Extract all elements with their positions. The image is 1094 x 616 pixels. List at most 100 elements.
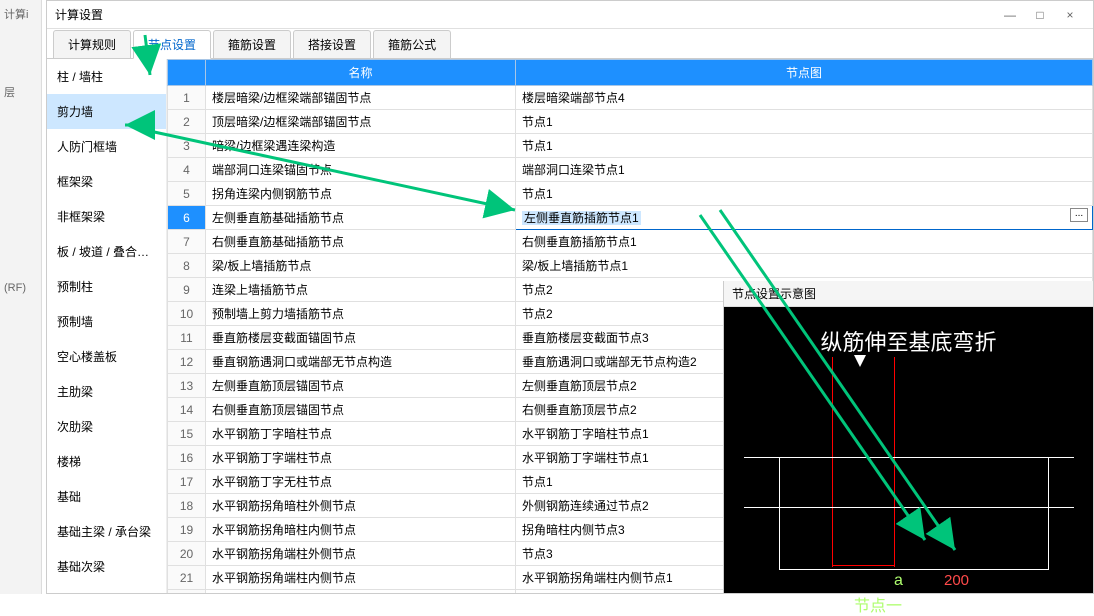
row-name: 水平钢筋拐角端柱外侧节点 — [206, 542, 516, 566]
row-name: 右侧垂直筋顶层锚固节点 — [206, 398, 516, 422]
row-index: 21 — [168, 566, 206, 590]
table-row[interactable]: 5拐角连梁内侧钢筋节点节点1 — [168, 182, 1093, 206]
table-row[interactable]: 1楼层暗梁/边框梁端部锚固节点楼层暗梁端部节点4 — [168, 86, 1093, 110]
row-index: 2 — [168, 110, 206, 134]
row-name: 顶层暗梁/边框梁端部锚固节点 — [206, 110, 516, 134]
row-index: 22 — [168, 590, 206, 594]
sidebar-item-11[interactable]: 楼梯 — [47, 444, 166, 479]
rebar-line — [832, 565, 895, 566]
sidebar-item-8[interactable]: 空心楼盖板 — [47, 339, 166, 374]
sidebar-item-13[interactable]: 基础主梁 / 承台梁 — [47, 514, 166, 549]
row-index: 5 — [168, 182, 206, 206]
row-index: 14 — [168, 398, 206, 422]
close-button[interactable]: × — [1055, 8, 1085, 22]
maximize-button[interactable]: □ — [1025, 8, 1055, 22]
tab-1[interactable]: 节点设置 — [133, 30, 211, 59]
arrow-down-icon — [854, 355, 866, 367]
section-line — [744, 507, 1074, 508]
diagram-panel: 节点设置示意图 纵筋伸至基底弯折 a 200 节点一 — [723, 281, 1093, 593]
row-name: 梁/板上墙插筋节点 — [206, 254, 516, 278]
node-label: 节点一 — [854, 592, 902, 616]
row-node[interactable]: 右侧垂直筋插筋节点1 — [516, 230, 1093, 254]
row-index: 10 — [168, 302, 206, 326]
row-name: 预制墙上剪力墙插筋节点 — [206, 302, 516, 326]
row-node[interactable]: 左侧垂直筋插筋节点1... — [516, 206, 1093, 230]
row-name: 垂直筋楼层变截面锚固节点 — [206, 326, 516, 350]
sidebar-item-15[interactable]: 砌体结构 — [47, 584, 166, 593]
table-row[interactable]: 4端部洞口连梁锚固节点端部洞口连梁节点1 — [168, 158, 1093, 182]
row-index: 11 — [168, 326, 206, 350]
gutter-text: 计算i — [0, 0, 41, 28]
row-node[interactable]: 梁/板上墙插筋节点1 — [516, 254, 1093, 278]
row-index: 9 — [168, 278, 206, 302]
row-name: 左侧垂直筋顶层锚固节点 — [206, 374, 516, 398]
row-index: 6 — [168, 206, 206, 230]
table-row[interactable]: 7右侧垂直筋基础插筋节点右侧垂直筋插筋节点1 — [168, 230, 1093, 254]
section-line — [1048, 457, 1049, 569]
sidebar-item-6[interactable]: 预制柱 — [47, 269, 166, 304]
row-name: 暗梁/边框梁遇连梁构造 — [206, 134, 516, 158]
row-node[interactable]: 端部洞口连梁节点1 — [516, 158, 1093, 182]
row-node[interactable]: 节点1 — [516, 134, 1093, 158]
table-row[interactable]: 6左侧垂直筋基础插筋节点左侧垂直筋插筋节点1... — [168, 206, 1093, 230]
tab-4[interactable]: 箍筋公式 — [373, 30, 451, 58]
tab-3[interactable]: 搭接设置 — [293, 30, 371, 58]
main-tab-strip: 计算规则节点设置箍筋设置搭接设置箍筋公式 — [47, 29, 1093, 59]
sidebar-item-0[interactable]: 柱 / 墙柱 — [47, 59, 166, 94]
section-line — [779, 457, 780, 569]
row-index: 20 — [168, 542, 206, 566]
sidebar-item-9[interactable]: 主肋梁 — [47, 374, 166, 409]
ellipsis-button[interactable]: ... — [1070, 208, 1088, 222]
sidebar-item-2[interactable]: 人防门框墙 — [47, 129, 166, 164]
row-index: 16 — [168, 446, 206, 470]
rebar-line — [832, 357, 833, 567]
sidebar-item-14[interactable]: 基础次梁 — [47, 549, 166, 584]
row-index: 4 — [168, 158, 206, 182]
sidebar-item-3[interactable]: 框架梁 — [47, 164, 166, 199]
table-row[interactable]: 2顶层暗梁/边框梁端部锚固节点节点1 — [168, 110, 1093, 134]
tab-2[interactable]: 箍筋设置 — [213, 30, 291, 58]
dimension-200: 200 — [944, 572, 969, 589]
row-name: 楼层暗梁/边框梁端部锚固节点 — [206, 86, 516, 110]
section-line — [779, 569, 1049, 570]
rebar-line — [894, 357, 895, 567]
row-index: 12 — [168, 350, 206, 374]
row-name: 拐角连梁内侧钢筋节点 — [206, 182, 516, 206]
sidebar-item-12[interactable]: 基础 — [47, 479, 166, 514]
row-index: 15 — [168, 422, 206, 446]
sidebar-item-10[interactable]: 次肋梁 — [47, 409, 166, 444]
diagram-caption: 节点设置示意图 — [724, 281, 1093, 307]
row-node[interactable]: 楼层暗梁端部节点4 — [516, 86, 1093, 110]
row-name: 水平钢筋丁字端柱节点 — [206, 446, 516, 470]
tab-0[interactable]: 计算规则 — [53, 30, 131, 58]
edit-value[interactable]: 左侧垂直筋插筋节点1 — [522, 211, 641, 225]
col-index — [168, 60, 206, 86]
row-name: 右侧垂直筋基础插筋节点 — [206, 230, 516, 254]
row-name: 连梁上墙插筋节点 — [206, 278, 516, 302]
table-row[interactable]: 3暗梁/边框梁遇连梁构造节点1 — [168, 134, 1093, 158]
row-node[interactable]: 节点1 — [516, 182, 1093, 206]
row-name: 水平钢筋拐角端柱内侧节点 — [206, 566, 516, 590]
sidebar-item-4[interactable]: 非框架梁 — [47, 199, 166, 234]
row-index: 1 — [168, 86, 206, 110]
sidebar-item-1[interactable]: 剪力墙 — [47, 94, 166, 129]
row-node[interactable]: 节点1 — [516, 110, 1093, 134]
row-index: 8 — [168, 254, 206, 278]
minimize-button[interactable]: — — [995, 8, 1025, 22]
app-left-gutter: 计算i 层 (RF) — [0, 0, 42, 594]
row-index: 17 — [168, 470, 206, 494]
table-row[interactable]: 8梁/板上墙插筋节点梁/板上墙插筋节点1 — [168, 254, 1093, 278]
row-name: 水平钢筋拐角暗柱内侧节点 — [206, 518, 516, 542]
category-sidebar: 柱 / 墙柱剪力墙人防门框墙框架梁非框架梁板 / 坡道 / 叠合…预制柱预制墙空… — [47, 59, 167, 593]
window-title: 计算设置 — [55, 6, 995, 23]
col-node: 节点图 — [516, 60, 1093, 86]
row-name: 水平钢筋丁字无柱节点 — [206, 470, 516, 494]
row-index: 18 — [168, 494, 206, 518]
sidebar-item-5[interactable]: 板 / 坡道 / 叠合… — [47, 234, 166, 269]
row-name: 水平钢筋丁字暗柱节点 — [206, 422, 516, 446]
diagram-canvas: 纵筋伸至基底弯折 a 200 节点一 — [724, 307, 1093, 593]
row-name: 左侧垂直筋基础插筋节点 — [206, 206, 516, 230]
col-name: 名称 — [206, 60, 516, 86]
row-name: 水平钢筋拐角暗柱外侧节点 — [206, 494, 516, 518]
sidebar-item-7[interactable]: 预制墙 — [47, 304, 166, 339]
